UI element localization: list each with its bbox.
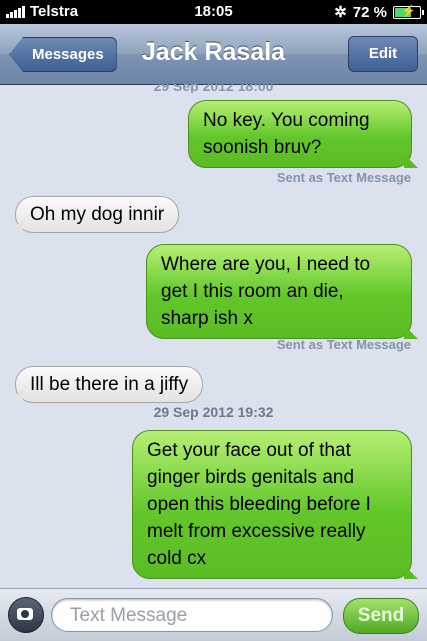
camera-icon[interactable] [8,597,44,633]
delivery-status: Sent as Text Message [276,170,411,185]
status-bar: Telstra 18:05 ✲ 72 % ⚡ [0,0,427,24]
status-right: ✲ 72 % ⚡ [334,3,424,21]
message-line: cold cx [147,548,207,569]
message-bubble-received[interactable]: Ill be there in a jiffy [15,366,204,403]
battery-icon: ⚡ [393,3,424,19]
message-line: No key. You coming [203,110,370,131]
message-bubble-sent[interactable]: Where are you, I need to get I this room… [146,244,412,339]
composer-bar: Text Message Send [0,588,427,641]
message-line: Where are you, I need to [161,254,371,275]
bluetooth-icon: ✲ [334,4,347,21]
message-bubble-sent[interactable]: Get your face out of that ginger birds g… [132,430,412,579]
send-button[interactable]: Send [343,598,419,634]
message-line: ginger birds genitals and [147,467,355,488]
delivery-status: Sent as Text Message [276,337,411,352]
message-input[interactable]: Text Message [51,598,333,632]
message-line: open this bleeding before I [147,494,371,515]
charging-bolt-icon: ⚡ [401,3,416,18]
message-line: Get your face out of that [147,440,351,461]
message-text: Ill be there in a jiffy [30,374,189,395]
timestamp: 29 Sep 2012 18:00 [153,84,274,93]
message-line: soonish bruv? [203,137,322,158]
message-line: get I this room an die, [161,281,344,302]
message-line: melt from excessive really [147,521,366,542]
message-bubble-received[interactable]: Oh my dog innir [15,196,180,233]
message-text: Oh my dog innir [30,204,165,225]
battery-percent: 72 % [352,3,387,21]
message-line: sharp ish x [161,308,253,329]
nav-bar: Messages Jack Rasala Edit [0,24,427,85]
timestamp: 29 Sep 2012 19:32 [153,404,274,420]
message-bubble-sent[interactable]: No key. You coming soonish bruv? [188,100,412,168]
edit-button[interactable]: Edit [348,36,418,72]
